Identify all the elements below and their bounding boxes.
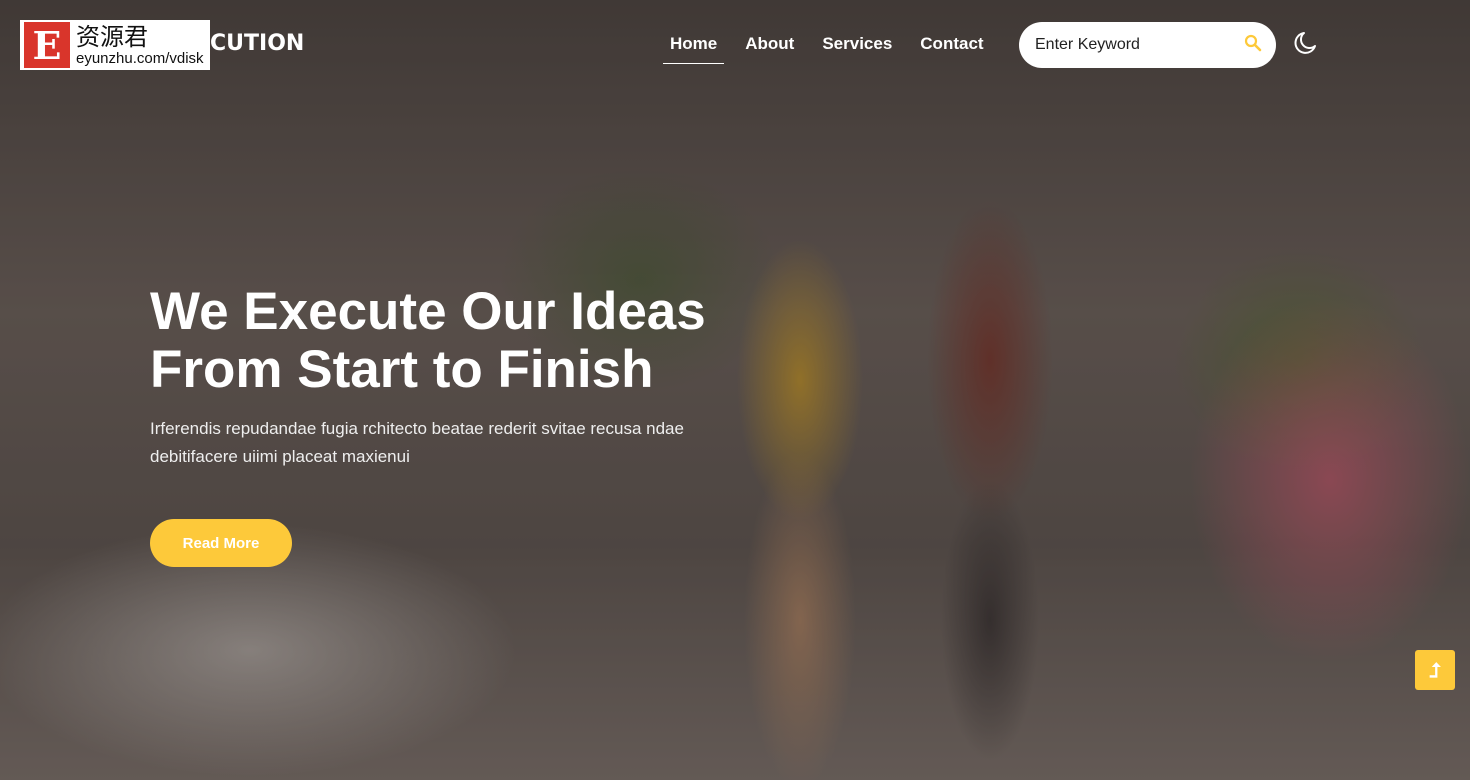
hero-text: Irferendis repudandae fugia rchitecto be… — [150, 419, 684, 466]
search-icon[interactable] — [1244, 34, 1262, 56]
hero-section: We Execute Our Ideas From Start to Finish… — [150, 283, 730, 471]
search-input[interactable] — [1035, 36, 1244, 54]
hero-title-line2: From Start to Finish — [150, 340, 654, 399]
arrow-up-icon: ⮥ — [1429, 658, 1441, 682]
nav-contact[interactable]: Contact — [906, 22, 997, 64]
logo-letter: E — [24, 22, 70, 68]
logo-url: eyunzhu.com/vdisk — [76, 49, 204, 67]
scroll-top-button[interactable]: ⮥ — [1415, 650, 1455, 690]
nav-services[interactable]: Services — [808, 22, 906, 64]
nav-about[interactable]: About — [731, 22, 808, 64]
nav-home[interactable]: Home — [663, 22, 725, 64]
logo-cn: 资源君 — [76, 22, 148, 51]
moon-icon[interactable] — [1294, 30, 1318, 60]
brand-name[interactable]: CUTION — [210, 31, 304, 56]
hero-title: We Execute Our Ideas From Start to Finish — [150, 283, 730, 399]
search-box — [1019, 22, 1276, 68]
hero-title-line1: We Execute Our Ideas — [150, 282, 706, 341]
watermark-logo: E 资源君 eyunzhu.com/vdisk — [20, 20, 210, 70]
main-nav: Home About Services Contact — [663, 22, 998, 64]
read-more-button[interactable]: Read More — [150, 519, 292, 567]
